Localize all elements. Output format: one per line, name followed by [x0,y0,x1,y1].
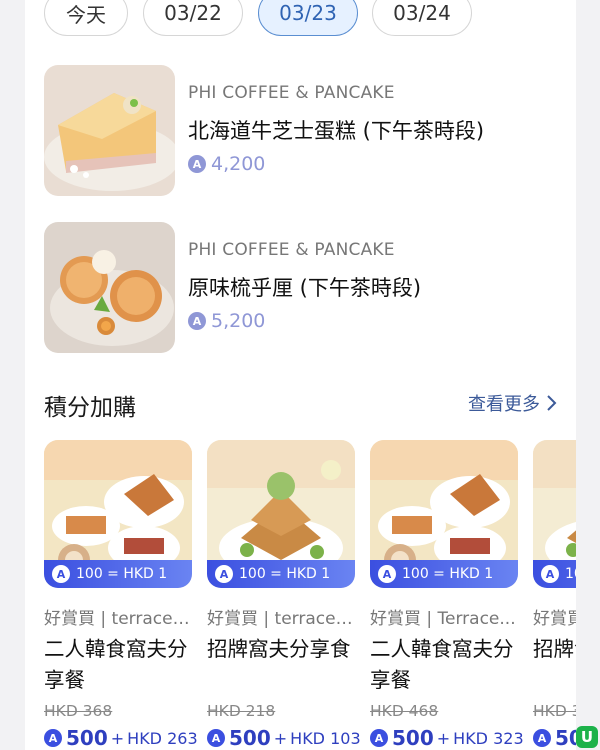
points-plus-price: A 500 + HKD 323 [370,726,524,750]
points-coin-icon: A [44,729,62,747]
points-plus-price: A 500 + HKD 263 [44,726,198,750]
points-value: 4,200 [211,153,266,175]
card-merchant: 好賞買 [533,609,576,629]
list-item[interactable]: PHI COFFEE & PANCAKE 北海道牛芝士蛋糕 (下午茶時段) A … [44,65,564,197]
rate-label: 100 = HKD 1 [76,566,168,582]
date-chip-label: 03/22 [164,1,222,25]
chevron-right-icon [547,395,557,411]
points-coin-icon: A [207,729,225,747]
card-title: 招牌食 [533,637,576,661]
card-title: 二人韓食窩夫分享餐 [370,637,514,692]
points-price: A 5,200 [188,310,265,332]
points-value: 500 [392,726,434,750]
waffle-tower-image: A 100 = HKD 1 [207,440,355,588]
card-merchant: 好賞買 | terrace ... [44,609,192,629]
u-logo-icon: U [576,726,598,748]
content-sheet: 今天 03/22 03/23 03/24 PHI COFFEE & PANCAK… [25,0,576,750]
points-coin-icon: A [188,155,206,173]
item-title: 北海道牛芝士蛋糕 (下午茶時段) [188,119,485,143]
points-value: 500 [555,726,576,750]
product-card[interactable]: A 100 = HKD 1 好賞買 | terrace ... 招牌窩夫分享食 … [207,440,361,750]
souffle-pancake-image [44,222,175,353]
redeem-rate-banner: A 100 = HKD 1 [370,560,518,588]
date-chip-label: 今天 [66,2,106,27]
merchant-name: PHI COFFEE & PANCAKE [188,83,395,103]
points-coin-icon: A [188,312,206,330]
cheesecake-image [44,65,175,196]
rate-label: 100 = HKD 1 [239,566,331,582]
points-plus-price: A 500 [533,726,576,750]
card-merchant: 好賞買 | Terrace... [370,609,516,629]
original-price: HKD 468 [370,702,439,720]
item-title: 原味梳乎厘 (下午茶時段) [188,276,422,300]
points-coin-icon: A [533,729,551,747]
product-card[interactable]: A 100 = HKD 1 好賞買 | terrace ... 二人韓食窩夫分享… [44,440,198,750]
points-price: A 4,200 [188,153,265,175]
watermark-logo: U [576,726,598,748]
plus-sign: + [110,728,125,748]
cash-price: HKD 323 [453,728,524,748]
date-chip-today[interactable]: 今天 [44,0,128,36]
date-chip-0322[interactable]: 03/22 [143,0,243,36]
points-coin-icon: A [541,565,559,583]
merchant-name: PHI COFFEE & PANCAKE [188,240,395,260]
points-value: 500 [229,726,271,750]
card-title: 招牌窩夫分享食 [207,637,351,661]
original-price: HKD 368 [44,702,113,720]
points-coin-icon: A [215,565,233,583]
product-card[interactable]: A 100 = HKD 1 好賞買 | Terrace... 二人韓食窩夫分享餐… [370,440,524,750]
plus-sign: + [436,728,451,748]
redeem-rate-banner: A 100 = HKD 1 [207,560,355,588]
see-more-label: 查看更多 [468,394,540,415]
points-plus-price: A 500 + HKD 103 [207,726,361,750]
rate-label: 100 = HKD 1 [565,566,576,582]
points-coin-icon: A [370,729,388,747]
date-selector: 今天 03/22 03/23 03/24 [25,0,576,38]
list-item[interactable]: PHI COFFEE & PANCAKE 原味梳乎厘 (下午茶時段) A 5,2… [44,222,564,354]
card-merchant: 好賞買 | terrace ... [207,609,355,629]
waffle-set-image: A 100 = HKD 1 [44,440,192,588]
points-value: 500 [66,726,108,750]
redeem-rate-banner: A 100 = HKD 1 [44,560,192,588]
points-coin-icon: A [378,565,396,583]
date-chip-0323[interactable]: 03/23 [258,0,358,36]
date-chip-label: 03/24 [393,1,451,25]
points-coin-icon: A [52,565,70,583]
date-chip-label: 03/23 [279,1,337,25]
original-price: HKD 3 [533,702,576,720]
rate-label: 100 = HKD 1 [402,566,494,582]
date-chip-0324[interactable]: 03/24 [372,0,472,36]
cash-price: HKD 263 [127,728,198,748]
plus-sign: + [273,728,288,748]
cash-price: HKD 103 [290,728,361,748]
waffle-set-image: A 100 = HKD 1 [370,440,518,588]
original-price: HKD 218 [207,702,276,720]
see-more-link[interactable]: 查看更多 [468,390,558,416]
section-title: 積分加購 [44,395,136,421]
product-card[interactable]: A 100 = HKD 1 好賞買 招牌食 HKD 3 A 500 [533,440,576,750]
points-value: 5,200 [211,310,266,332]
redeem-rate-banner: A 100 = HKD 1 [533,560,576,588]
card-title: 二人韓食窩夫分享餐 [44,637,188,692]
waffle-tower-image: A 100 = HKD 1 [533,440,576,588]
